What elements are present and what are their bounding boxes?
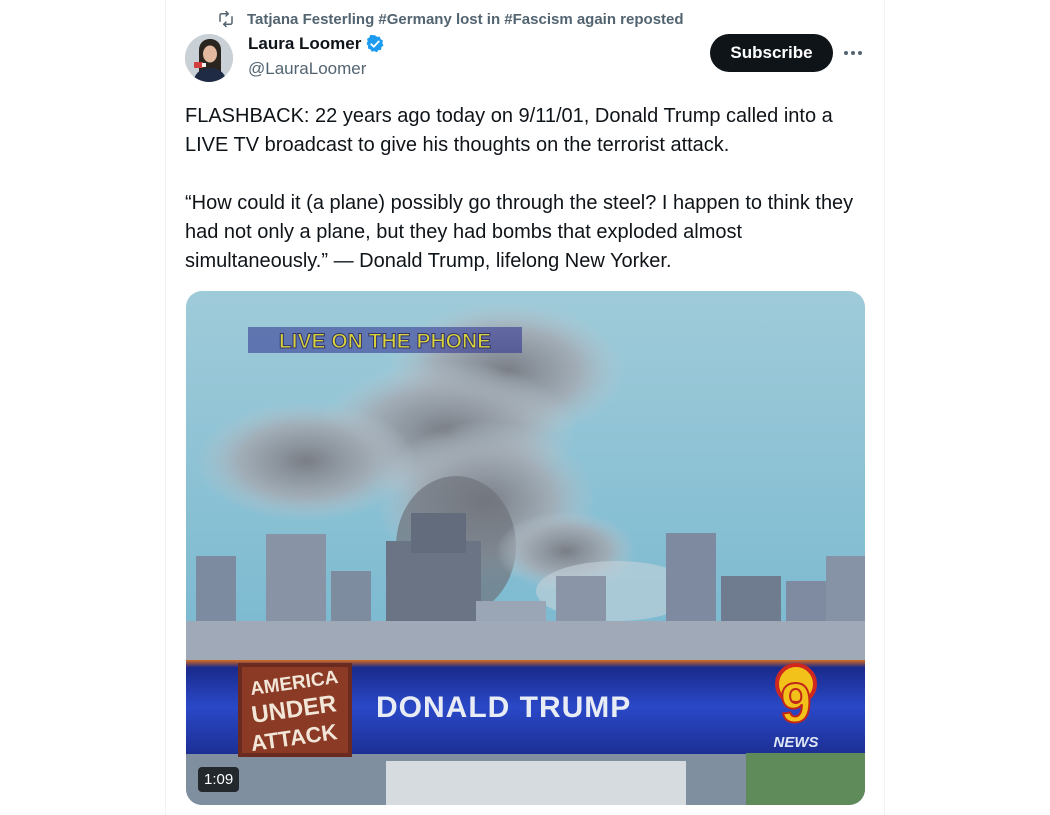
tweet-text: FLASHBACK: 22 years ago today on 9/11/01… <box>185 105 854 272</box>
repost-text[interactable]: Tatjana Festerling #Germany lost in #Fas… <box>247 11 684 28</box>
repost-icon <box>219 10 233 28</box>
america-under-attack-logo: AMERICA UNDER ATTACK <box>238 663 352 757</box>
author-handle[interactable]: @LauraLoomer <box>248 59 366 79</box>
subscribe-button[interactable]: Subscribe <box>710 34 833 72</box>
author-avatar[interactable] <box>185 34 233 82</box>
station-number: 9 <box>780 671 811 734</box>
author-name-row[interactable]: Laura Loomer <box>248 34 385 54</box>
chyron-name: DONALD TRUMP <box>376 691 631 724</box>
more-options-icon <box>844 51 862 55</box>
timeline-right-border <box>884 0 885 815</box>
video-frame: LIVE ON THE PHONE DONALD TRUMP AMERICA U… <box>186 291 865 805</box>
repost-context[interactable]: Tatjana Festerling #Germany lost in #Fas… <box>217 9 684 29</box>
more-options-button[interactable] <box>841 42 865 64</box>
video-duration: 1:09 <box>198 767 240 792</box>
live-on-the-phone-banner: LIVE ON THE PHONE <box>248 327 522 354</box>
author-name[interactable]: Laura Loomer <box>248 34 361 54</box>
station-label: NEWS <box>774 734 819 751</box>
timeline-left-border <box>165 0 166 815</box>
video-player[interactable]: LIVE ON THE PHONE DONALD TRUMP AMERICA U… <box>186 291 865 805</box>
live-on-the-phone-text: LIVE ON THE PHONE <box>279 330 491 353</box>
verified-badge-icon <box>366 34 384 53</box>
